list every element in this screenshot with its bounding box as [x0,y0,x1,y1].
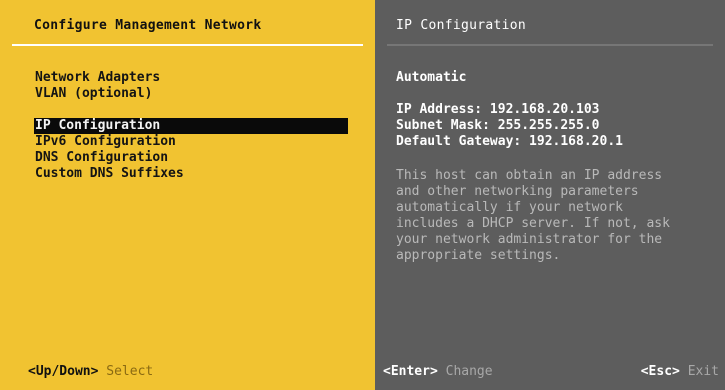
exit-hint[interactable]: <Esc> Exit [641,364,719,380]
ip-settings: IP Address: 192.168.20.103 Subnet Mask: … [396,102,623,150]
change-hint[interactable]: <Enter> Change [383,364,493,380]
enter-key: <Enter> [383,364,438,379]
ip-address-value: IP Address: 192.168.20.103 [396,102,600,117]
default-gateway-value: Default Gateway: 192.168.20.1 [396,134,623,149]
details-pane-divider [387,44,713,46]
menu-item-network-adapters[interactable]: Network Adapters [34,70,348,86]
esc-key: <Esc> [640,364,680,379]
dcui-screen: Configure Management Network Network Ada… [0,0,725,390]
menu-item-ipv6-configuration[interactable]: IPv6 Configuration [34,134,348,150]
menu-pane-title: Configure Management Network [34,18,262,33]
exit-action-label: Exit [687,364,719,379]
ip-mode: Automatic [396,70,467,85]
menu-item-ip-configuration[interactable]: IP Configuration [34,118,348,134]
menu-pane-divider [12,44,363,46]
up-down-key: <Up/Down> [28,364,99,379]
details-pane: IP Configuration Automatic IP Address: 1… [375,0,725,390]
menu-pane: Configure Management Network Network Ada… [0,0,375,390]
network-config-menu: Network Adapters VLAN (optional) IP Conf… [34,70,348,182]
subnet-mask-value: Subnet Mask: 255.255.255.0 [396,118,600,133]
menu-item-dns-configuration[interactable]: DNS Configuration [34,150,348,166]
select-action-label: Select [106,364,154,379]
details-pane-title: IP Configuration [396,18,527,33]
menu-item-vlan[interactable]: VLAN (optional) [34,86,348,118]
select-hint: <Up/Down> Select [28,364,153,380]
change-action-label: Change [445,364,493,379]
ip-configuration-description: This host can obtain an IP address and o… [396,168,670,263]
menu-item-custom-dns-suffixes[interactable]: Custom DNS Suffixes [34,166,348,182]
